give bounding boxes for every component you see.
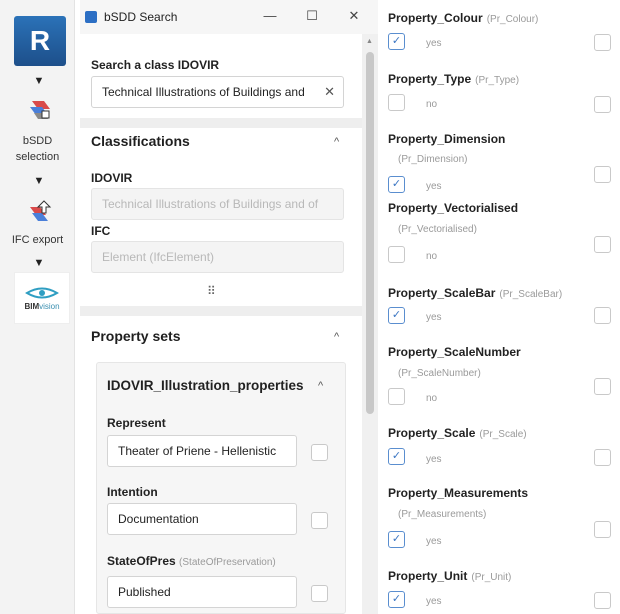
scrollbar[interactable]: ▲: [362, 34, 378, 614]
ifc-classification-field: Element (IfcElement): [91, 241, 344, 273]
bsdd-selection-label: bSDD selection: [15, 135, 60, 163]
property-value: no: [426, 251, 438, 262]
property-value-checkbox[interactable]: [388, 246, 405, 263]
property-name: Property_Vectorialised: [388, 201, 519, 215]
intention-checkbox[interactable]: [311, 512, 328, 529]
property-value: yes: [426, 38, 442, 49]
property-select-checkbox[interactable]: [594, 378, 611, 395]
flow-arrow-icon: ▼: [33, 257, 45, 269]
idovir-label: IDOVIR: [91, 171, 133, 185]
chevron-up-icon[interactable]: ^: [318, 380, 323, 392]
property-value-checkbox[interactable]: ✓: [388, 307, 405, 324]
property-value-checkbox[interactable]: ✓: [388, 531, 405, 548]
window-title: bSDD Search: [104, 10, 178, 24]
idovir-classification-field: Technical Illustrations of Buildings and…: [91, 188, 344, 220]
property-value: no: [426, 393, 438, 404]
flow-arrow-icon: ▼: [33, 175, 45, 187]
section-divider: [80, 306, 362, 316]
chevron-up-icon[interactable]: ^: [334, 136, 339, 148]
property-name: Property_ScaleBar (Pr_ScaleBar): [388, 286, 563, 300]
property-value: yes: [426, 536, 442, 547]
window-titlebar[interactable]: bSDD Search — ☐ ✕: [80, 0, 378, 34]
property-name: Property_Colour (Pr_Colour): [388, 11, 539, 25]
close-button[interactable]: ✕: [344, 8, 364, 24]
property-name: Property_Measurements: [388, 486, 529, 500]
left-toolbar: R ▼ bSDD selection ▼ IFC export ▼ BIMvis…: [0, 0, 75, 614]
property-value-checkbox[interactable]: ✓: [388, 591, 405, 608]
property-value: yes: [426, 312, 442, 323]
property-value: no: [426, 99, 438, 110]
property-value: yes: [426, 454, 442, 465]
scrollbar-thumb[interactable]: [366, 52, 374, 414]
property-code: (Pr_Vectorialised): [398, 224, 477, 235]
minimize-button[interactable]: —: [260, 8, 280, 24]
property-select-checkbox[interactable]: [594, 166, 611, 183]
bsdd-selection-icon[interactable]: [24, 96, 56, 124]
property-select-checkbox[interactable]: [594, 521, 611, 538]
property-value-checkbox[interactable]: [388, 94, 405, 111]
property-name: Property_ScaleNumber: [388, 345, 521, 359]
search-input-value: Technical Illustrations of Buildings and: [102, 85, 305, 99]
represent-checkbox[interactable]: [311, 444, 328, 461]
intention-input[interactable]: Documentation: [107, 503, 297, 535]
property-value-checkbox[interactable]: ✓: [388, 33, 405, 50]
property-name: Property_Dimension: [388, 132, 506, 146]
property-set-card: IDOVIR_Illustration_properties ^ Represe…: [96, 362, 346, 614]
section-divider: [80, 118, 362, 128]
bimvision-eye-icon: [25, 287, 59, 298]
revit-logo-button[interactable]: R: [14, 16, 66, 66]
property-select-checkbox[interactable]: [594, 236, 611, 253]
property-select-checkbox[interactable]: [594, 307, 611, 324]
property-value: yes: [426, 181, 442, 192]
ifc-export-icon[interactable]: [24, 198, 56, 226]
field-label: Intention: [107, 485, 158, 499]
ifc-label: IFC: [91, 224, 111, 238]
property-value-checkbox[interactable]: [388, 388, 405, 405]
scroll-up-icon[interactable]: ▲: [366, 38, 373, 45]
property-code: (Pr_Dimension): [398, 154, 468, 165]
property-name: Property_Scale (Pr_Scale): [388, 426, 527, 440]
field-label: StateOfPres (StateOfPreservation): [107, 554, 276, 568]
property-select-checkbox[interactable]: [594, 592, 611, 609]
represent-input[interactable]: Theater of Priene - Hellenistic: [107, 435, 297, 467]
state-of-pres-input[interactable]: Published: [107, 576, 297, 608]
field-label: Represent: [107, 416, 166, 430]
property-value: yes: [426, 596, 442, 607]
flow-arrow-icon: ▼: [33, 75, 45, 87]
property-set-name: IDOVIR_Illustration_properties: [107, 378, 304, 393]
property-code: (Pr_Measurements): [398, 509, 487, 520]
property-select-checkbox[interactable]: [594, 34, 611, 51]
property-name: Property_Type (Pr_Type): [388, 72, 520, 86]
more-options-icon[interactable]: ⠿: [207, 284, 217, 298]
property-name: Property_Unit (Pr_Unit): [388, 569, 512, 583]
property-select-checkbox[interactable]: [594, 96, 611, 113]
clear-icon[interactable]: ✕: [324, 77, 335, 107]
maximize-button[interactable]: ☐: [302, 8, 322, 24]
ifc-export-label: IFC export: [11, 234, 64, 246]
bsdd-search-window: bSDD Search — ☐ ✕ Search a class IDOVIR …: [80, 0, 378, 614]
bimvision-logo-text: BIMvision: [24, 301, 60, 311]
classifications-title: Classifications: [91, 133, 190, 149]
state-of-pres-checkbox[interactable]: [311, 585, 328, 602]
app-icon: [85, 11, 97, 23]
property-select-checkbox[interactable]: [594, 449, 611, 466]
property-code: (Pr_ScaleNumber): [398, 368, 481, 379]
property-value-checkbox[interactable]: ✓: [388, 176, 405, 193]
property-sets-title: Property sets: [91, 328, 181, 344]
property-value-checkbox[interactable]: ✓: [388, 448, 405, 465]
search-input[interactable]: Technical Illustrations of Buildings and…: [91, 76, 344, 108]
properties-list: Property_Colour (Pr_Colour) ✓ yes Propert…: [378, 0, 620, 614]
bimvision-button[interactable]: BIMvision: [14, 272, 70, 324]
chevron-up-icon[interactable]: ^: [334, 331, 339, 343]
search-label: Search a class IDOVIR: [91, 58, 220, 72]
